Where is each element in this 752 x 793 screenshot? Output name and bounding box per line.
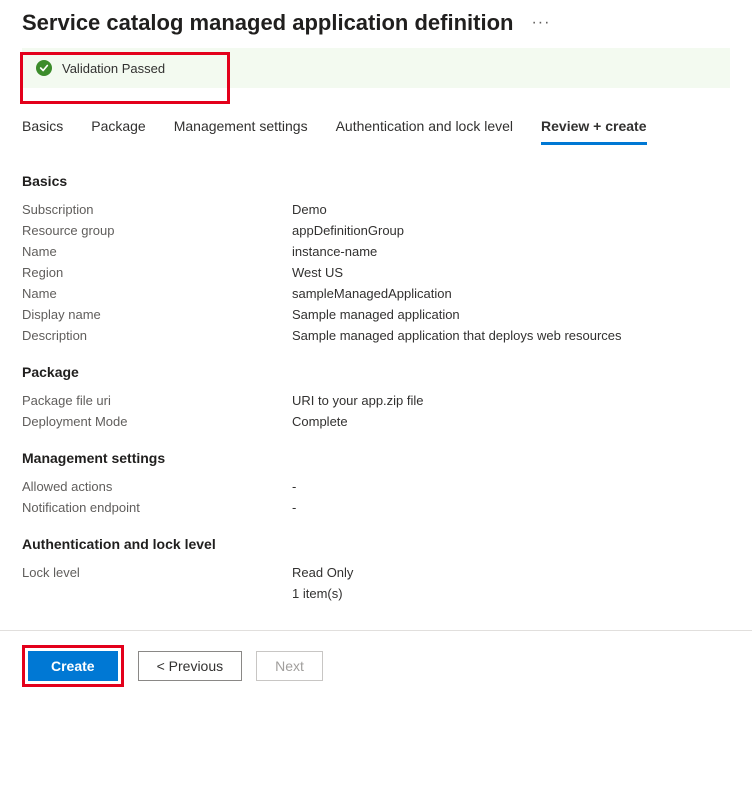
row-name-2: NamesampleManagedApplication [22, 283, 730, 304]
section-title-basics: Basics [22, 173, 730, 189]
tab-management-settings[interactable]: Management settings [174, 118, 308, 145]
tab-package[interactable]: Package [91, 118, 145, 145]
tab-review-create[interactable]: Review + create [541, 118, 646, 145]
value: 1 item(s) [292, 586, 343, 601]
tab-authentication-lock[interactable]: Authentication and lock level [336, 118, 513, 145]
value: - [292, 479, 296, 494]
label: Notification endpoint [22, 500, 292, 515]
label: Region [22, 265, 292, 280]
label: Deployment Mode [22, 414, 292, 429]
previous-button[interactable]: < Previous [138, 651, 243, 681]
value: instance-name [292, 244, 377, 259]
check-circle-icon [36, 60, 52, 76]
section-title-package: Package [22, 364, 730, 380]
row-description: DescriptionSample managed application th… [22, 325, 730, 346]
label: Package file uri [22, 393, 292, 408]
row-notification-endpoint: Notification endpoint- [22, 497, 730, 518]
label: Subscription [22, 202, 292, 217]
row-items-count: 1 item(s) [22, 583, 730, 604]
label: Name [22, 244, 292, 259]
row-deployment-mode: Deployment ModeComplete [22, 411, 730, 432]
label [22, 586, 292, 601]
value: Sample managed application that deploys … [292, 328, 622, 343]
row-display-name: Display nameSample managed application [22, 304, 730, 325]
value: Read Only [292, 565, 353, 580]
label: Resource group [22, 223, 292, 238]
value: Sample managed application [292, 307, 460, 322]
section-title-management: Management settings [22, 450, 730, 466]
row-allowed-actions: Allowed actions- [22, 476, 730, 497]
value: appDefinitionGroup [292, 223, 404, 238]
value: sampleManagedApplication [292, 286, 452, 301]
label: Allowed actions [22, 479, 292, 494]
value: Complete [292, 414, 348, 429]
row-subscription: SubscriptionDemo [22, 199, 730, 220]
row-region: RegionWest US [22, 262, 730, 283]
validation-banner: Validation Passed [22, 48, 730, 88]
create-highlight-annotation: Create [22, 645, 124, 687]
value: West US [292, 265, 343, 280]
value: - [292, 500, 296, 515]
next-button: Next [256, 651, 323, 681]
label: Description [22, 328, 292, 343]
section-title-auth: Authentication and lock level [22, 536, 730, 552]
create-button[interactable]: Create [28, 651, 118, 681]
tab-basics[interactable]: Basics [22, 118, 63, 145]
label: Name [22, 286, 292, 301]
footer: Create < Previous Next [0, 630, 752, 701]
value: Demo [292, 202, 327, 217]
row-resource-group: Resource groupappDefinitionGroup [22, 220, 730, 241]
page-title: Service catalog managed application defi… [22, 10, 513, 36]
row-package-uri: Package file uriURI to your app.zip file [22, 390, 730, 411]
row-lock-level: Lock levelRead Only [22, 562, 730, 583]
more-icon[interactable]: ··· [531, 14, 550, 32]
label: Lock level [22, 565, 292, 580]
label: Display name [22, 307, 292, 322]
value: URI to your app.zip file [292, 393, 424, 408]
review-content: Basics SubscriptionDemo Resource groupap… [0, 145, 752, 604]
row-name: Nameinstance-name [22, 241, 730, 262]
validation-message: Validation Passed [62, 61, 165, 76]
tabs: Basics Package Management settings Authe… [0, 88, 752, 145]
